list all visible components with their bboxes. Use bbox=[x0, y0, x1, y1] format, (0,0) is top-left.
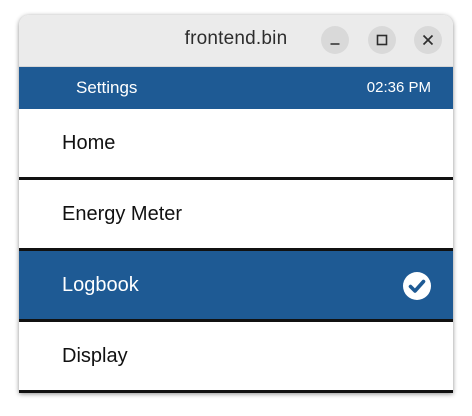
menu-item-home[interactable]: Home bbox=[19, 109, 453, 180]
maximize-button[interactable] bbox=[368, 26, 396, 54]
menu-item-label: Home bbox=[62, 132, 116, 154]
settings-menu: Home Energy Meter Logbook Display bbox=[19, 109, 453, 393]
clock: 02:36 PM bbox=[366, 79, 431, 96]
close-icon bbox=[422, 34, 434, 46]
menu-item-label: Display bbox=[62, 345, 128, 367]
menu-item-logbook[interactable]: Logbook bbox=[19, 251, 453, 322]
minimize-button[interactable] bbox=[321, 26, 349, 54]
maximize-icon bbox=[376, 34, 388, 46]
app-window: frontend.bin Settings 02:36 PM Home Ener… bbox=[19, 15, 453, 393]
menu-item-energy-meter[interactable]: Energy Meter bbox=[19, 180, 453, 251]
settings-header: Settings 02:36 PM bbox=[19, 67, 453, 109]
menu-item-label: Logbook bbox=[62, 274, 139, 296]
menu-item-display[interactable]: Display bbox=[19, 322, 453, 393]
check-circle-icon bbox=[403, 272, 431, 300]
header-title: Settings bbox=[76, 78, 138, 97]
minimize-icon bbox=[330, 43, 340, 45]
menu-item-label: Energy Meter bbox=[62, 203, 183, 225]
title-bar[interactable]: frontend.bin bbox=[19, 15, 453, 67]
close-button[interactable] bbox=[414, 26, 442, 54]
